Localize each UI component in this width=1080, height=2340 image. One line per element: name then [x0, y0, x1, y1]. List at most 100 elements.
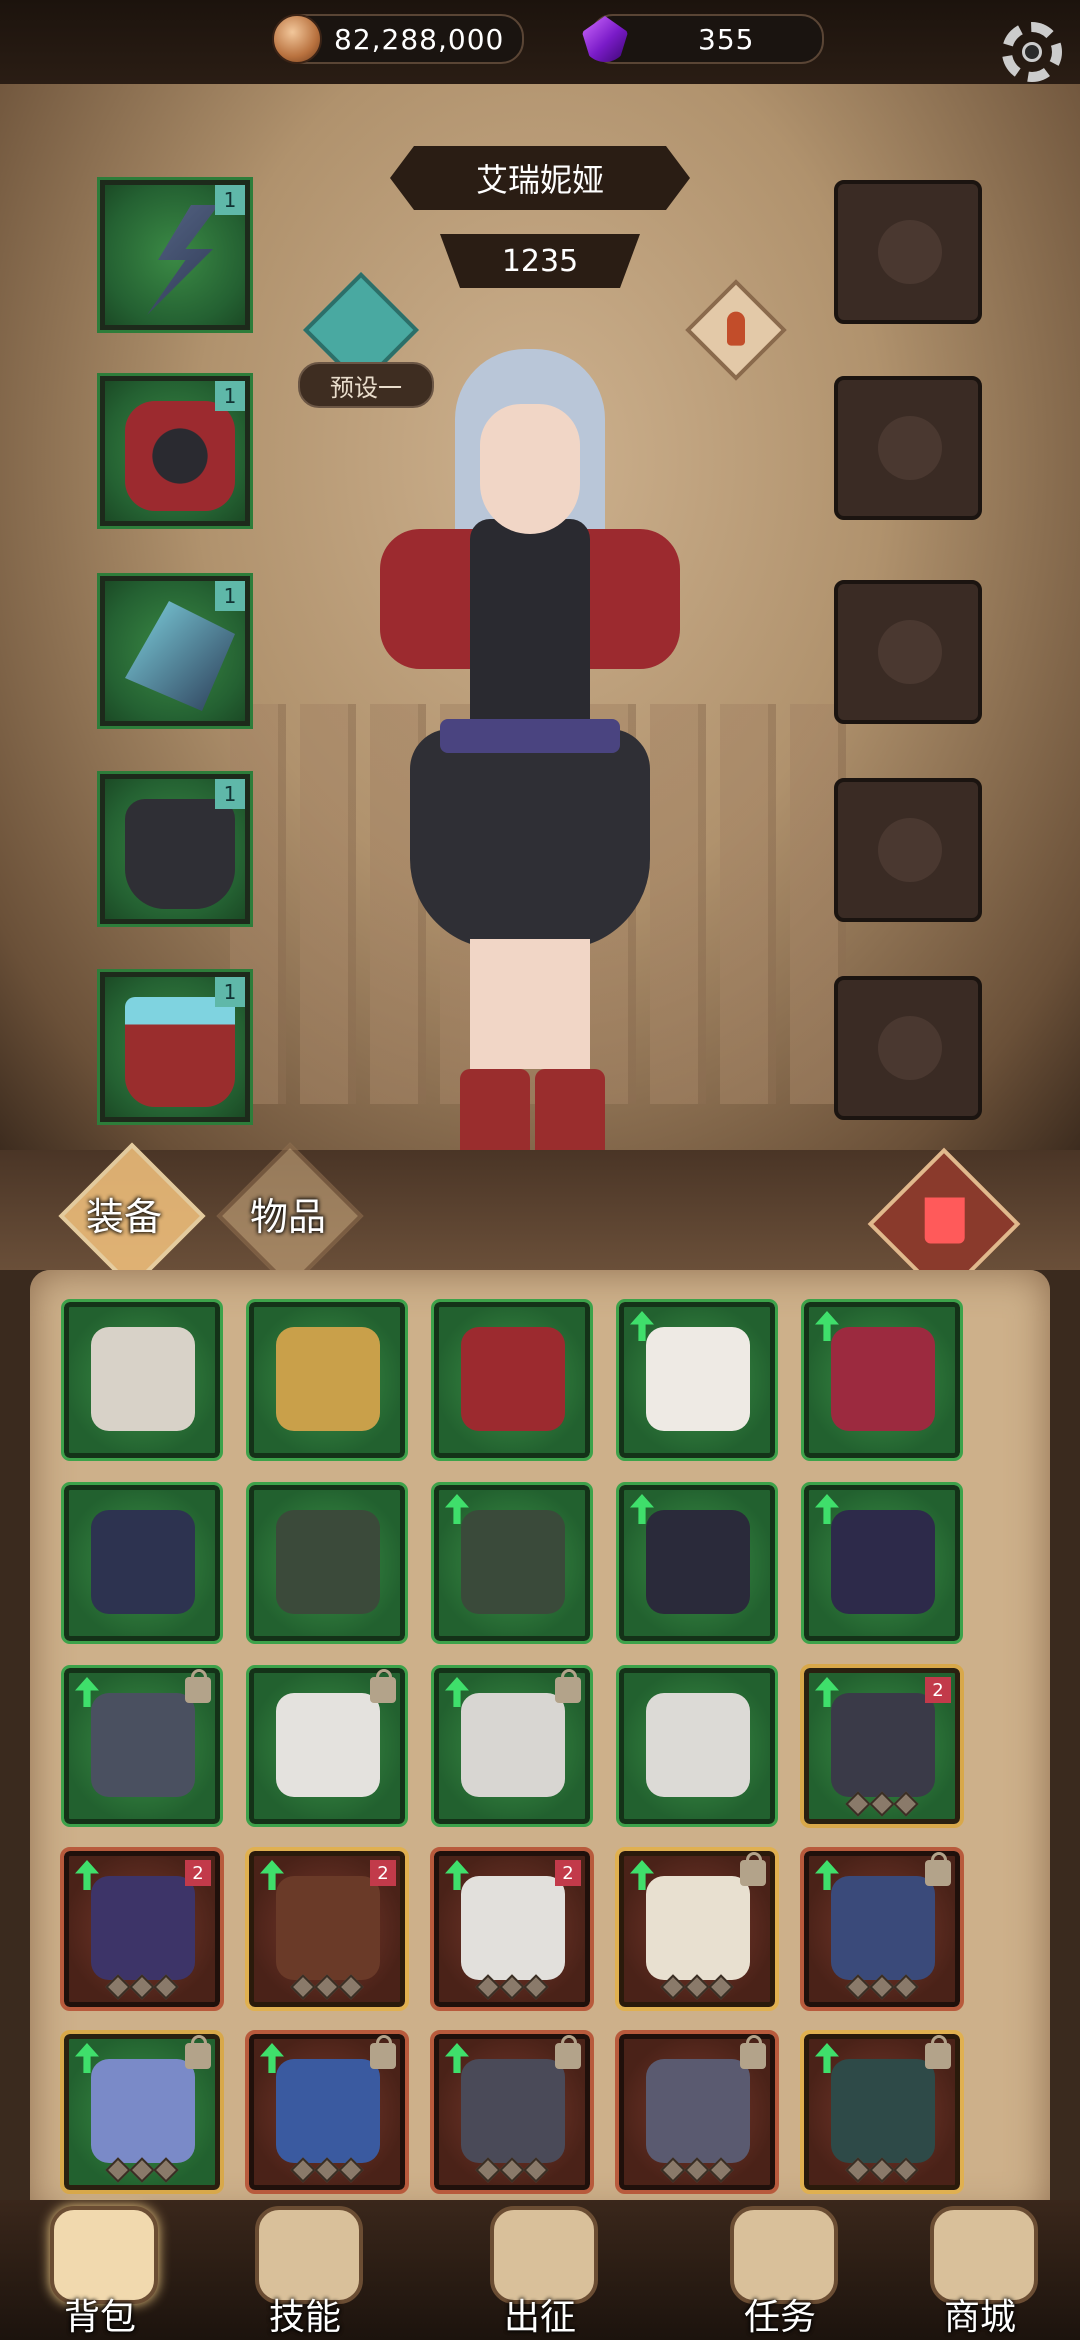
boots-icon	[125, 997, 235, 1107]
inventory-item[interactable]	[800, 1847, 964, 2011]
nav-shop[interactable]: 商城	[880, 2200, 1080, 2340]
shield-icon	[878, 1016, 942, 1080]
item-art	[461, 1327, 565, 1431]
lock-icon	[925, 2035, 951, 2069]
item-art	[461, 1693, 565, 1797]
item-art	[91, 1876, 195, 1980]
socket-gem-icon	[893, 1974, 919, 2000]
socket-gem-icon	[129, 1974, 155, 2000]
socket-gem-icon	[105, 1974, 131, 2000]
purple-gem-icon	[582, 16, 628, 62]
accessory-slot-ring-1[interactable]	[834, 376, 982, 520]
inventory-item[interactable]: 2	[245, 1847, 409, 2011]
necklace-icon	[878, 220, 942, 284]
item-art	[831, 1510, 935, 1614]
gloves-icon	[125, 601, 235, 711]
inventory-item[interactable]	[615, 2030, 779, 2194]
socket-gem-icon	[845, 2157, 871, 2183]
inventory-item[interactable]: 2	[60, 1847, 224, 2011]
inventory-item[interactable]: 2	[430, 1847, 594, 2011]
coin-icon	[272, 14, 322, 64]
char-belt	[440, 719, 620, 753]
armor-icon	[125, 401, 235, 511]
socket-gem-icon	[314, 2157, 340, 2183]
nav-bag[interactable]: 背包	[0, 2200, 200, 2340]
rose-icon	[878, 416, 942, 480]
inventory-item[interactable]	[616, 1299, 778, 1461]
socket-gem-icon	[660, 1974, 686, 2000]
inventory-item[interactable]	[431, 1299, 593, 1461]
equip-slot-boots[interactable]: 1	[97, 969, 253, 1125]
nav-label: 背包	[63, 2297, 136, 2338]
item-art	[276, 1510, 380, 1614]
inventory-grid: 2 2 2 2	[30, 1270, 1050, 2220]
item-art	[461, 1510, 565, 1614]
equip-slot-armor[interactable]: 1	[97, 373, 253, 529]
tab-equipment[interactable]: 装备	[86, 1186, 162, 1241]
slot-badge: 1	[215, 581, 245, 611]
item-art	[461, 2059, 565, 2163]
inventory-item[interactable]	[246, 1482, 408, 1644]
inventory-item[interactable]: 2	[800, 1664, 964, 1828]
inventory-item[interactable]	[801, 1482, 963, 1644]
inventory-item[interactable]	[246, 1665, 408, 1827]
inventory-item[interactable]	[616, 1665, 778, 1827]
character-name: 艾瑞妮娅	[390, 146, 690, 210]
inventory-item[interactable]	[800, 2030, 964, 2194]
inventory-item[interactable]	[61, 1299, 223, 1461]
inventory-item[interactable]	[245, 2030, 409, 2194]
tab-items[interactable]: 物品	[250, 1186, 326, 1241]
equip-slot-pants[interactable]: 1	[97, 771, 253, 927]
equip-slot-weapon[interactable]: 1	[97, 177, 253, 333]
gender-icon[interactable]	[685, 279, 787, 381]
socket-gem-icon	[684, 1974, 710, 2000]
accessory-slot-trinket[interactable]	[834, 778, 982, 922]
nav-quests[interactable]: 任务	[680, 2200, 880, 2340]
rose-icon	[878, 620, 942, 684]
app-frame: 82,288,000 355 艾瑞妮娅 1235 预设一 1 1 1 1 1 装…	[0, 0, 1080, 2340]
accessory-slot-ring-2[interactable]	[834, 580, 982, 724]
slot-badge: 1	[215, 779, 245, 809]
item-art	[646, 1327, 750, 1431]
socket-gem-icon	[105, 2157, 131, 2183]
socket-gem-icon	[290, 1974, 316, 2000]
coin-counter[interactable]: 82,288,000	[272, 14, 524, 64]
pants-icon	[125, 799, 235, 909]
inventory-item[interactable]	[431, 1482, 593, 1644]
socket-row	[809, 1791, 955, 1817]
slot-badge: 1	[215, 977, 245, 1007]
item-art	[91, 1510, 195, 1614]
equip-slot-gloves[interactable]: 1	[97, 573, 253, 729]
slot-badge: 1	[215, 185, 245, 215]
item-count-badge: 2	[370, 1860, 396, 1886]
socket-gem-icon	[499, 2157, 525, 2183]
socket-gem-icon	[338, 2157, 364, 2183]
item-art	[646, 1693, 750, 1797]
item-art	[276, 1693, 380, 1797]
gem-counter[interactable]: 355	[582, 14, 824, 64]
item-art	[831, 1876, 935, 1980]
gear-icon[interactable]	[1002, 22, 1062, 82]
lock-icon	[925, 1852, 951, 1886]
inventory-item[interactable]	[616, 1482, 778, 1644]
lock-icon	[185, 1669, 211, 1703]
nav-skills[interactable]: 技能	[205, 2200, 405, 2340]
inventory-item[interactable]	[431, 1665, 593, 1827]
lock-icon	[555, 2035, 581, 2069]
inventory-item[interactable]	[246, 1299, 408, 1461]
inventory-item[interactable]	[430, 2030, 594, 2194]
character-figure	[360, 349, 700, 1279]
socket-gem-icon	[869, 1791, 895, 1817]
accessory-slot-shield[interactable]	[834, 976, 982, 1120]
nav-expedition[interactable]: 出征	[440, 2200, 640, 2340]
item-count-badge: 2	[185, 1860, 211, 1886]
accessory-slot-necklace[interactable]	[834, 180, 982, 324]
nav-label: 技能	[268, 2297, 341, 2338]
inventory-item[interactable]	[615, 1847, 779, 2011]
inventory-item[interactable]	[801, 1299, 963, 1461]
trash-icon	[924, 1197, 965, 1244]
inventory-item[interactable]	[61, 1482, 223, 1644]
inventory-item[interactable]	[60, 2030, 224, 2194]
inventory-item[interactable]	[61, 1665, 223, 1827]
torch-icon	[878, 818, 942, 882]
